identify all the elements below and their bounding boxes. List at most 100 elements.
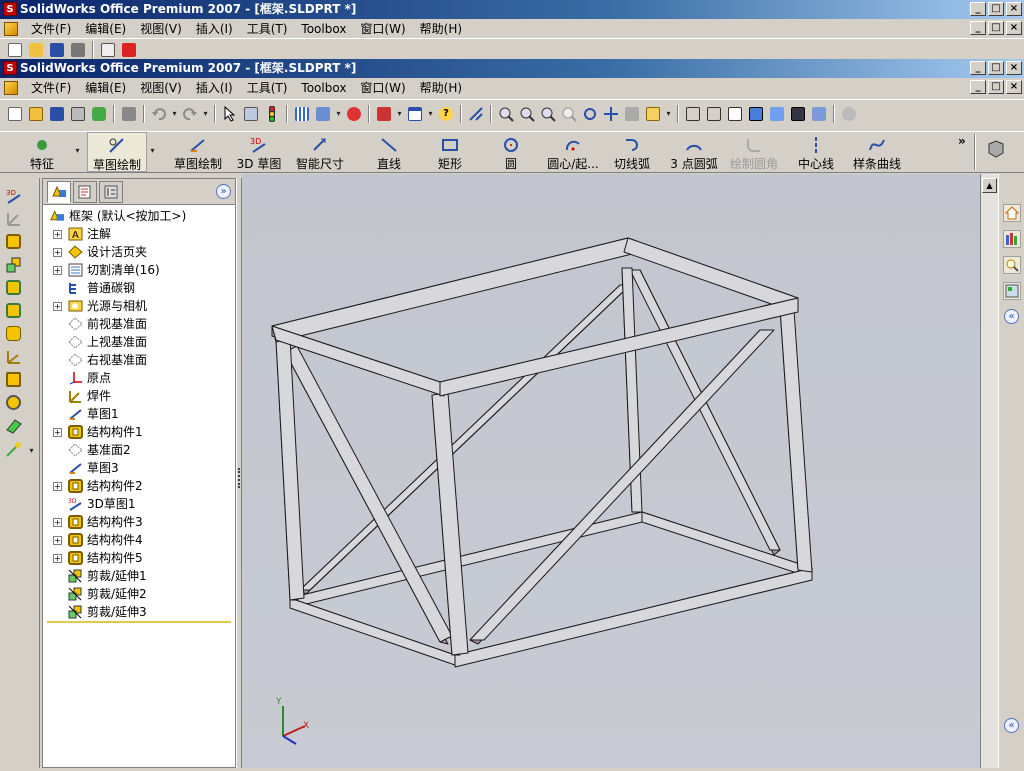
spline-button[interactable]: 样条曲线 (851, 132, 903, 172)
tree-item[interactable]: 右视基准面 (43, 351, 235, 369)
splitter-grip-icon[interactable] (238, 468, 241, 488)
more-commands-chevron-icon[interactable]: » (958, 134, 966, 148)
tree-item[interactable]: 草图1 (43, 405, 235, 423)
3d-sketch-button[interactable]: 3D 3D 草图 (237, 132, 282, 172)
print-icon[interactable] (69, 41, 87, 59)
mdi-minimize-button[interactable]: _ (970, 80, 986, 94)
smart-dimension-button[interactable]: 智能尺寸 (294, 132, 346, 172)
zoom-selection-icon[interactable] (560, 105, 578, 123)
tab-property-manager[interactable] (73, 180, 97, 203)
menu-toolbox[interactable]: Toolbox (294, 81, 353, 95)
circle-button[interactable]: 圆 (500, 132, 522, 172)
close-button[interactable]: × (1006, 2, 1022, 16)
view-dropdown-icon[interactable]: ▾ (396, 109, 403, 118)
3d-sketch-side-icon[interactable]: 3D (6, 188, 22, 204)
3point-arc-button[interactable]: 3 点圆弧 (670, 132, 718, 172)
tree-item[interactable]: 草图3 (43, 459, 235, 477)
expand-toggle-icon[interactable]: + (53, 230, 62, 239)
tree-item[interactable]: + 结构构件3 (43, 513, 235, 531)
section-view-icon[interactable] (810, 105, 828, 123)
tree-item[interactable]: + 切割清单(16) (43, 261, 235, 279)
fillet-bead-side-icon[interactable] (6, 326, 22, 342)
collapse-task-pane-icon[interactable]: « (1004, 309, 1019, 324)
undo-dropdown-icon[interactable]: ▾ (171, 109, 178, 118)
rebuild-icon[interactable] (120, 41, 138, 59)
sketch-button[interactable]: 草图绘制 (172, 132, 224, 172)
collapse-task-pane-bottom-icon[interactable]: « (1004, 718, 1019, 733)
document-icon[interactable] (4, 80, 18, 95)
tree-item[interactable]: + 结构构件2 (43, 477, 235, 495)
tree-item[interactable]: 原点 (43, 369, 235, 387)
wireframe-icon[interactable] (684, 105, 702, 123)
mdi-close-button[interactable]: × (1006, 21, 1022, 35)
tree-rollback-bar[interactable] (47, 621, 231, 623)
select-filter-icon[interactable] (242, 105, 260, 123)
new-document-icon[interactable] (6, 105, 24, 123)
undo-icon[interactable] (150, 105, 168, 123)
trim-extend-side-icon[interactable] (6, 257, 22, 273)
tree-item[interactable]: 剪裁/延伸3 (43, 603, 235, 621)
shadows-icon[interactable] (789, 105, 807, 123)
menu-toolbox[interactable]: Toolbox (294, 22, 353, 36)
document-icon[interactable] (4, 21, 18, 36)
menu-file[interactable]: 文件(F) (24, 79, 78, 96)
tree-root[interactable]: 框架 (默认<按加工>) (43, 207, 235, 225)
select-icon[interactable] (99, 41, 117, 59)
standard-views-icon[interactable] (644, 105, 662, 123)
structural-member-side-icon[interactable] (6, 234, 22, 250)
scroll-up-icon[interactable]: ▲ (982, 178, 997, 193)
print-icon[interactable] (120, 105, 138, 123)
rectangle-button[interactable]: 矩形 (435, 132, 465, 172)
hole-wizard-side-icon[interactable] (6, 395, 22, 411)
angle-side-icon[interactable] (6, 349, 22, 365)
weldment-frame-model[interactable]: Y X (242, 174, 980, 768)
tree-item[interactable]: + 结构构件4 (43, 531, 235, 549)
save-icon[interactable] (48, 105, 66, 123)
expand-toggle-icon[interactable]: + (53, 428, 62, 437)
maximize-button[interactable]: □ (988, 61, 1004, 75)
extruded-cut-side-icon[interactable] (6, 372, 22, 388)
features-tab[interactable]: 特征 (24, 132, 60, 172)
options-icon[interactable] (314, 105, 332, 123)
expand-toggle-icon[interactable]: + (53, 248, 62, 257)
rebuild-icon[interactable] (263, 105, 281, 123)
menu-view[interactable]: 视图(V) (133, 20, 189, 37)
background-window-titlebar[interactable]: S SolidWorks Office Premium 2007 - [框架.S… (0, 0, 1024, 19)
menu-file[interactable]: 文件(F) (24, 20, 78, 37)
menu-window[interactable]: 窗口(W) (353, 20, 412, 37)
zoom-fit-icon[interactable] (497, 105, 515, 123)
make-assembly-icon[interactable] (90, 105, 108, 123)
sketch-tab[interactable]: 草图绘制 (87, 132, 147, 172)
tree-item[interactable]: 普通碳钢 (43, 279, 235, 297)
mdi-restore-button[interactable]: □ (988, 21, 1004, 35)
menu-help[interactable]: 帮助(H) (413, 79, 469, 96)
standard-views-dropdown-icon[interactable]: ▾ (665, 109, 672, 118)
reference-geometry-side-icon[interactable] (6, 441, 22, 457)
centerpoint-arc-button[interactable]: 圆心/起... (544, 132, 602, 172)
realview-icon[interactable] (840, 105, 858, 123)
tree-item[interactable]: 上视基准面 (43, 333, 235, 351)
make-drawing-icon[interactable] (69, 105, 87, 123)
expand-toggle-icon[interactable]: + (53, 554, 62, 563)
mdi-close-button[interactable]: × (1006, 80, 1022, 94)
line-button[interactable]: 直线 (374, 132, 404, 172)
design-library-icon[interactable] (1003, 230, 1021, 248)
view-palette-icon[interactable] (1003, 282, 1021, 300)
pan-icon[interactable] (602, 105, 620, 123)
menu-tools[interactable]: 工具(T) (240, 79, 295, 96)
menu-help[interactable]: 帮助(H) (413, 20, 469, 37)
mdi-restore-button[interactable]: □ (988, 80, 1004, 94)
maximize-button[interactable]: □ (988, 2, 1004, 16)
menu-insert[interactable]: 插入(I) (189, 20, 240, 37)
minimize-button[interactable]: _ (970, 61, 986, 75)
sketch-fillet-button[interactable]: 绘制圆角 (729, 132, 779, 172)
zoom-in-out-icon[interactable] (539, 105, 557, 123)
tab-feature-tree[interactable] (47, 180, 71, 203)
sketch-dropdown-icon[interactable]: ▾ (149, 146, 156, 155)
features-dropdown-icon[interactable]: ▾ (74, 146, 81, 155)
new-icon[interactable] (6, 41, 24, 59)
menu-tools[interactable]: 工具(T) (240, 20, 295, 37)
window-layout-icon[interactable] (406, 105, 424, 123)
expand-toggle-icon[interactable]: + (53, 518, 62, 527)
grid-icon[interactable] (293, 105, 311, 123)
